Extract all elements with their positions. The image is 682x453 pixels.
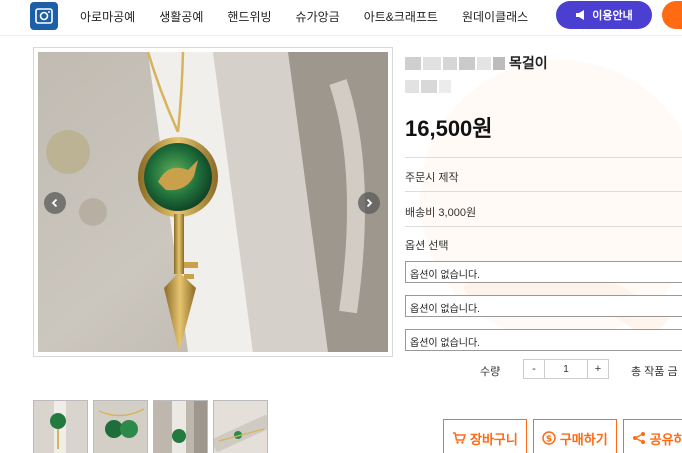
share-button[interactable]: 공유하 [622,419,682,453]
site-logo[interactable] [30,2,58,30]
product-subtitle [405,80,453,93]
product-title-suffix: 목걸이 [509,55,548,71]
thumbnail-2[interactable] [93,400,148,453]
quantity-stepper: - 1 + [523,359,609,379]
buy-now-button[interactable]: $ 구매하기 [532,419,617,453]
product-photo [38,52,388,352]
shipping-fee: 배송비 3,000원 [405,207,477,219]
top-header: 아로마공예 생활공예 핸드위빙 슈가앙금 아트&크래프트 원데이클래스 이용안내 [0,0,682,36]
thumbnail-1[interactable] [33,400,88,453]
quantity-plus-button[interactable]: + [587,359,609,379]
orange-header-button[interactable] [662,1,682,29]
add-to-cart-label: 장바구니 [470,431,518,447]
quantity-label: 수량 [480,366,501,378]
share-label: 공유하 [649,431,682,447]
blurred-text [459,56,475,70]
blurred-text [405,56,421,70]
cart-icon [453,432,466,444]
guide-button[interactable]: 이용안내 [556,1,652,29]
nav-item-art-craft[interactable]: 아트&크래프트 [364,8,438,25]
guide-button-label: 이용안내 [592,10,633,22]
dollar-coin-icon: $ [542,431,556,445]
thumbnail-strip [33,400,268,453]
svg-text:$: $ [546,435,552,445]
quantity-input[interactable]: 1 [545,359,587,379]
blurred-text [493,56,505,70]
product-price: 16,500원 [405,116,493,141]
blurred-text [423,56,441,70]
main-nav: 아로마공예 생활공예 핸드위빙 슈가앙금 아트&크래프트 원데이클래스 [80,0,552,32]
blurred-text [477,56,491,70]
buy-now-label: 구매하기 [559,431,608,447]
share-icon [632,432,645,444]
made-to-order-label: 주문시 제작 [405,172,459,184]
prev-image-button[interactable] [44,192,66,214]
option-select-2[interactable]: 옵션이 없습니다. [405,295,682,317]
divider [405,157,682,158]
option-select-1[interactable]: 옵션이 없습니다. [405,261,682,283]
nav-item-oneday[interactable]: 원데이클래스 [462,8,528,25]
blurred-text [405,80,419,93]
blurred-text [443,56,457,70]
divider [405,191,682,192]
option-select-3[interactable]: 옵션이 없습니다. [405,329,682,351]
nav-item-aroma[interactable]: 아로마공예 [80,8,135,25]
thumbnail-3[interactable] [153,400,208,453]
quantity-minus-button[interactable]: - [523,359,545,379]
product-main-image [33,47,393,357]
chevron-right-icon [366,198,373,208]
product-title: 목걸이 [405,55,548,71]
blurred-text [421,80,437,93]
chevron-left-icon [51,198,58,208]
nav-item-living[interactable]: 생활공예 [159,8,203,25]
divider [405,226,682,227]
action-buttons: 장바구니 $ 구매하기 공유하 [443,419,682,453]
thumbnail-4[interactable] [213,400,268,453]
nav-item-sugar[interactable]: 슈가앙금 [296,8,340,25]
blurred-text [439,80,451,93]
option-label: 옵션 선택 [405,240,449,252]
add-to-cart-button[interactable]: 장바구니 [443,419,527,453]
next-image-button[interactable] [358,192,380,214]
total-price-label: 총 작품 금 [631,366,678,378]
nav-item-weaving[interactable]: 핸드위빙 [227,8,271,25]
megaphone-icon [576,10,585,20]
